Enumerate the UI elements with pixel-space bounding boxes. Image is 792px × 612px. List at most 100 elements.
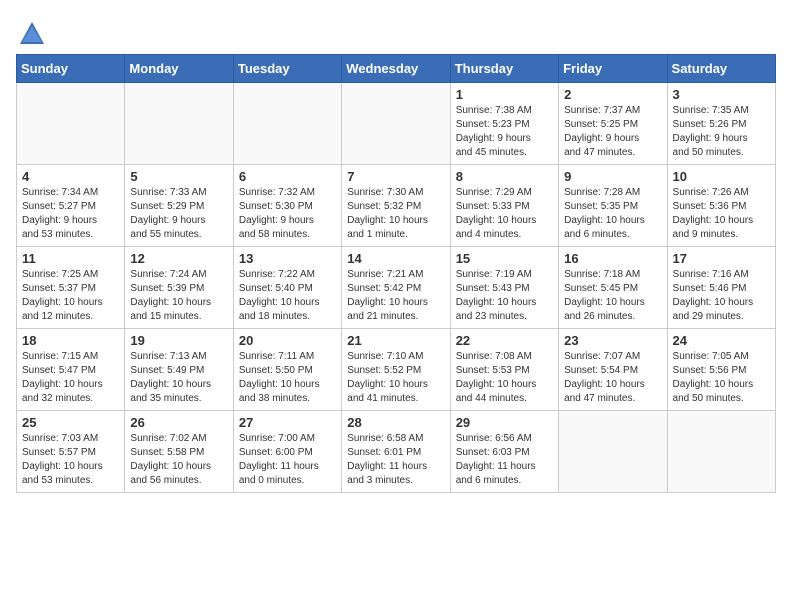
day-number: 6 [239,169,336,184]
day-number: 12 [130,251,227,266]
calendar-week-row: 4 Sunrise: 7:34 AM Sunset: 5:27 PM Daylig… [17,165,776,247]
calendar-cell: 20 Sunrise: 7:11 AM Sunset: 5:50 PM Dayli… [233,329,341,411]
calendar-header-wednesday: Wednesday [342,55,450,83]
day-info: Sunrise: 7:15 AM Sunset: 5:47 PM Dayligh… [22,350,119,406]
logo [16,20,46,44]
day-number: 1 [456,87,553,102]
day-info: Sunrise: 7:22 AM Sunset: 5:40 PM Dayligh… [239,268,336,324]
day-info: Sunrise: 7:07 AM Sunset: 5:54 PM Dayligh… [564,350,661,406]
day-number: 20 [239,333,336,348]
day-number: 15 [456,251,553,266]
day-number: 9 [564,169,661,184]
page-container: SundayMondayTuesdayWednesdayThursdayFrid… [0,0,792,501]
day-number: 23 [564,333,661,348]
day-info: Sunrise: 7:38 AM Sunset: 5:23 PM Dayligh… [456,104,553,160]
day-number: 27 [239,415,336,430]
calendar-cell [125,83,233,165]
day-number: 10 [673,169,770,184]
day-number: 16 [564,251,661,266]
day-info: Sunrise: 7:24 AM Sunset: 5:39 PM Dayligh… [130,268,227,324]
calendar-cell: 1 Sunrise: 7:38 AM Sunset: 5:23 PM Daylig… [450,83,558,165]
day-number: 4 [22,169,119,184]
calendar-cell: 12 Sunrise: 7:24 AM Sunset: 5:39 PM Dayli… [125,247,233,329]
day-info: Sunrise: 7:28 AM Sunset: 5:35 PM Dayligh… [564,186,661,242]
calendar-cell: 4 Sunrise: 7:34 AM Sunset: 5:27 PM Daylig… [17,165,125,247]
day-number: 29 [456,415,553,430]
day-info: Sunrise: 7:33 AM Sunset: 5:29 PM Dayligh… [130,186,227,242]
calendar-cell [17,83,125,165]
calendar-cell: 9 Sunrise: 7:28 AM Sunset: 5:35 PM Daylig… [559,165,667,247]
calendar-cell [667,411,775,493]
day-number: 24 [673,333,770,348]
day-number: 25 [22,415,119,430]
calendar-cell: 3Sunrise: 7:35 AM Sunset: 5:26 PM Daylig… [667,83,775,165]
calendar-cell: 11 Sunrise: 7:25 AM Sunset: 5:37 PM Dayli… [17,247,125,329]
calendar-header-tuesday: Tuesday [233,55,341,83]
day-info: Sunrise: 7:10 AM Sunset: 5:52 PM Dayligh… [347,350,444,406]
calendar-week-row: 18 Sunrise: 7:15 AM Sunset: 5:47 PM Dayli… [17,329,776,411]
calendar-header-thursday: Thursday [450,55,558,83]
calendar-cell: 17 Sunrise: 7:16 AM Sunset: 5:46 PM Dayli… [667,247,775,329]
day-info: Sunrise: 7:11 AM Sunset: 5:50 PM Dayligh… [239,350,336,406]
day-number: 18 [22,333,119,348]
calendar-table: SundayMondayTuesdayWednesdayThursdayFrid… [16,54,776,493]
day-info: Sunrise: 6:58 AM Sunset: 6:01 PM Dayligh… [347,432,444,488]
day-info: Sunrise: 7:00 AM Sunset: 6:00 PM Dayligh… [239,432,336,488]
calendar-cell: 21 Sunrise: 7:10 AM Sunset: 5:52 PM Dayli… [342,329,450,411]
day-number: 13 [239,251,336,266]
day-info: Sunrise: 7:08 AM Sunset: 5:53 PM Dayligh… [456,350,553,406]
day-number: 17 [673,251,770,266]
day-number: 26 [130,415,227,430]
day-number: 11 [22,251,119,266]
day-info: Sunrise: 6:56 AM Sunset: 6:03 PM Dayligh… [456,432,553,488]
calendar-cell: 14 Sunrise: 7:21 AM Sunset: 5:42 PM Dayli… [342,247,450,329]
calendar-cell: 28 Sunrise: 6:58 AM Sunset: 6:01 PM Dayli… [342,411,450,493]
calendar-header-monday: Monday [125,55,233,83]
calendar-cell [559,411,667,493]
day-info: Sunrise: 7:26 AM Sunset: 5:36 PM Dayligh… [673,186,770,242]
calendar-cell [342,83,450,165]
day-info: Sunrise: 7:13 AM Sunset: 5:49 PM Dayligh… [130,350,227,406]
calendar-cell: 22 Sunrise: 7:08 AM Sunset: 5:53 PM Dayli… [450,329,558,411]
day-info: Sunrise: 7:18 AM Sunset: 5:45 PM Dayligh… [564,268,661,324]
day-number: 14 [347,251,444,266]
day-info: Sunrise: 7:05 AM Sunset: 5:56 PM Dayligh… [673,350,770,406]
calendar-cell: 19 Sunrise: 7:13 AM Sunset: 5:49 PM Dayli… [125,329,233,411]
day-info: Sunrise: 7:21 AM Sunset: 5:42 PM Dayligh… [347,268,444,324]
day-number: 28 [347,415,444,430]
day-info: Sunrise: 7:25 AM Sunset: 5:37 PM Dayligh… [22,268,119,324]
day-info: Sunrise: 7:35 AM Sunset: 5:26 PM Dayligh… [673,104,770,160]
calendar-cell: 26 Sunrise: 7:02 AM Sunset: 5:58 PM Dayli… [125,411,233,493]
calendar-cell: 10 Sunrise: 7:26 AM Sunset: 5:36 PM Dayli… [667,165,775,247]
day-number: 7 [347,169,444,184]
calendar-week-row: 1 Sunrise: 7:38 AM Sunset: 5:23 PM Daylig… [17,83,776,165]
calendar-header-saturday: Saturday [667,55,775,83]
day-info: Sunrise: 7:19 AM Sunset: 5:43 PM Dayligh… [456,268,553,324]
day-info: Sunrise: 7:29 AM Sunset: 5:33 PM Dayligh… [456,186,553,242]
day-info: Sunrise: 7:03 AM Sunset: 5:57 PM Dayligh… [22,432,119,488]
day-info: Sunrise: 7:02 AM Sunset: 5:58 PM Dayligh… [130,432,227,488]
calendar-cell: 29 Sunrise: 6:56 AM Sunset: 6:03 PM Dayli… [450,411,558,493]
calendar-cell: 25 Sunrise: 7:03 AM Sunset: 5:57 PM Dayli… [17,411,125,493]
day-info: Sunrise: 7:30 AM Sunset: 5:32 PM Dayligh… [347,186,444,242]
calendar-cell: 7 Sunrise: 7:30 AM Sunset: 5:32 PM Daylig… [342,165,450,247]
day-info: Sunrise: 7:16 AM Sunset: 5:46 PM Dayligh… [673,268,770,324]
calendar-cell: 13 Sunrise: 7:22 AM Sunset: 5:40 PM Dayli… [233,247,341,329]
calendar-week-row: 25 Sunrise: 7:03 AM Sunset: 5:57 PM Dayli… [17,411,776,493]
calendar-cell: 6Sunrise: 7:32 AM Sunset: 5:30 PM Daylig… [233,165,341,247]
calendar-header-sunday: Sunday [17,55,125,83]
calendar-cell [233,83,341,165]
day-number: 21 [347,333,444,348]
calendar-cell: 24 Sunrise: 7:05 AM Sunset: 5:56 PM Dayli… [667,329,775,411]
day-number: 19 [130,333,227,348]
calendar-cell: 8 Sunrise: 7:29 AM Sunset: 5:33 PM Daylig… [450,165,558,247]
calendar-week-row: 11 Sunrise: 7:25 AM Sunset: 5:37 PM Dayli… [17,247,776,329]
calendar-cell: 18 Sunrise: 7:15 AM Sunset: 5:47 PM Dayli… [17,329,125,411]
calendar-cell: 23 Sunrise: 7:07 AM Sunset: 5:54 PM Dayli… [559,329,667,411]
day-number: 5 [130,169,227,184]
calendar-cell: 2Sunrise: 7:37 AM Sunset: 5:25 PM Daylig… [559,83,667,165]
day-info: Sunrise: 7:37 AM Sunset: 5:25 PM Dayligh… [564,104,661,160]
day-number: 22 [456,333,553,348]
day-info: Sunrise: 7:34 AM Sunset: 5:27 PM Dayligh… [22,186,119,242]
day-number: 8 [456,169,553,184]
